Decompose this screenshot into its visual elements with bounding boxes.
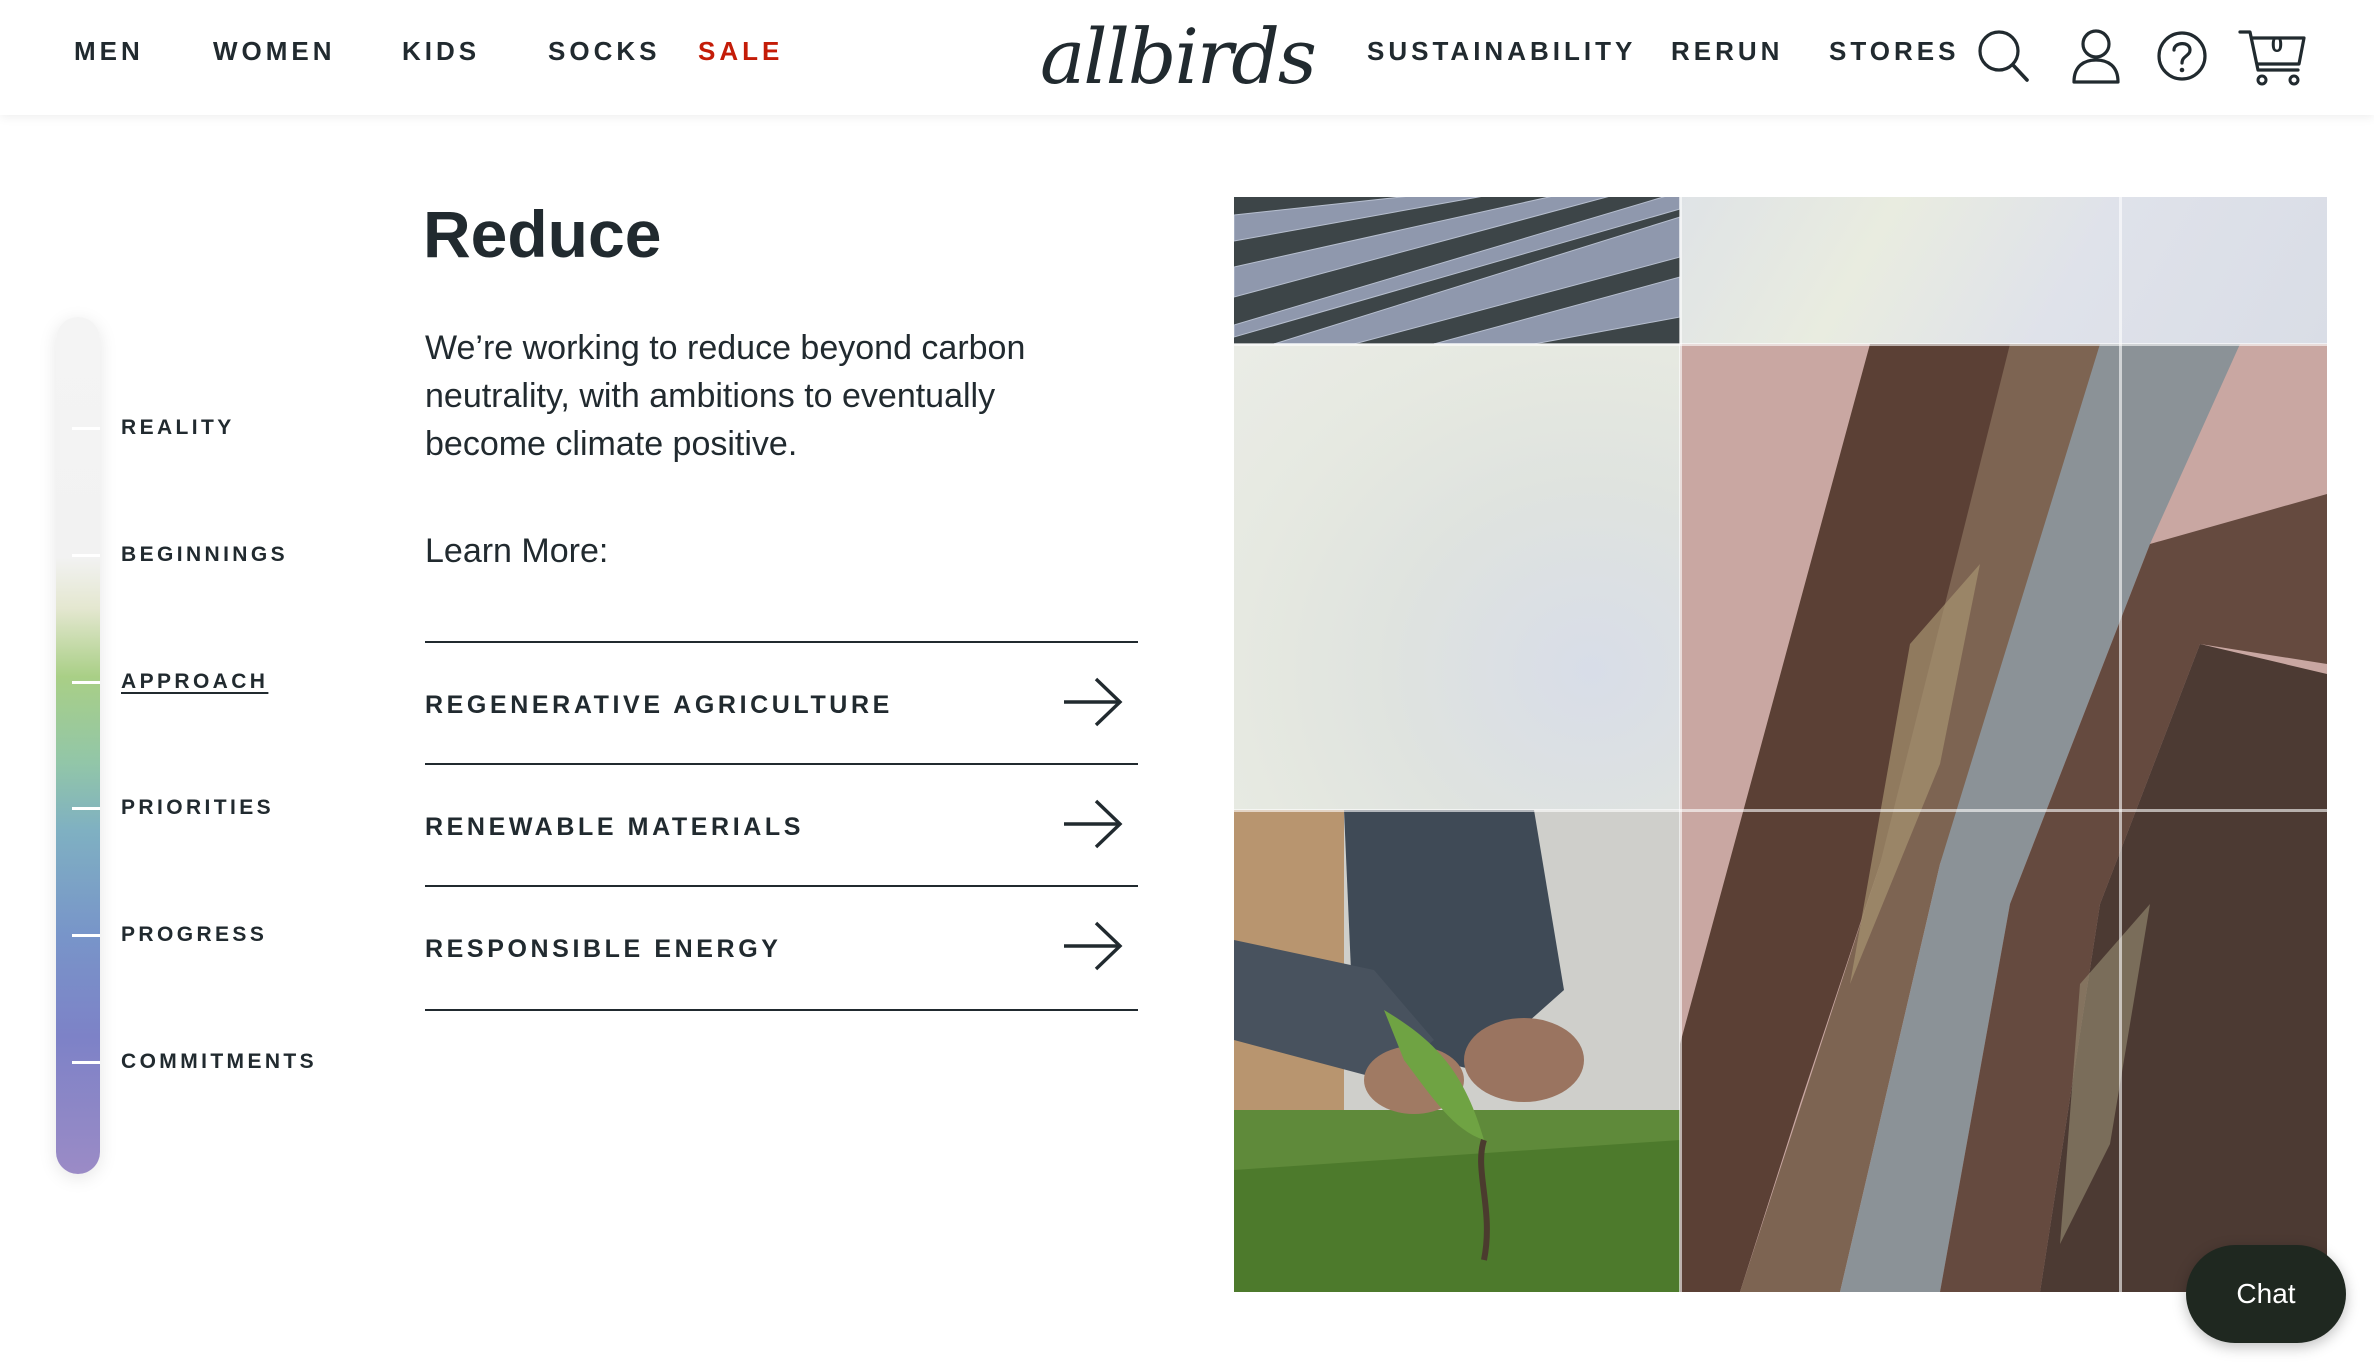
timeline-item-reality[interactable]: REALITY — [121, 416, 235, 440]
timeline-item-approach[interactable]: APPROACH — [121, 670, 268, 694]
link-label: REGENERATIVE AGRICULTURE — [425, 691, 893, 719]
tree-trunk-image — [1680, 344, 2327, 1292]
arrow-right-icon — [1064, 677, 1123, 727]
timeline-tick — [72, 681, 100, 684]
timeline-tick — [72, 1061, 100, 1064]
timeline-item-progress[interactable]: PROGRESS — [121, 923, 267, 947]
timeline-tick — [72, 427, 100, 430]
link-responsible-energy[interactable]: RESPONSIBLE ENERGY — [425, 885, 1138, 1011]
sustainability-image-collage — [1234, 197, 2327, 1292]
learn-more-heading: Learn More: — [425, 532, 609, 570]
search-icon[interactable] — [1972, 24, 2032, 90]
nav-sale[interactable]: SALE — [698, 36, 783, 67]
timeline-tick — [72, 934, 100, 937]
link-regenerative-agriculture[interactable]: REGENERATIVE AGRICULTURE — [425, 641, 1138, 765]
section-description: We’re working to reduce beyond carbon ne… — [425, 329, 1026, 463]
rainbow-sky-image — [1234, 344, 1680, 810]
collage-divider — [1234, 343, 2327, 346]
nav-women[interactable]: WOMEN — [213, 36, 336, 67]
timeline-item-commitments[interactable]: COMMITMENTS — [121, 1050, 317, 1074]
timeline-item-beginnings[interactable]: BEGINNINGS — [121, 543, 288, 567]
timeline-tick — [72, 554, 100, 557]
collage-divider — [1679, 197, 1682, 1292]
cart-count: 0 — [2270, 32, 2284, 57]
arrow-right-icon — [1064, 921, 1123, 971]
link-renewable-materials[interactable]: RENEWABLE MATERIALS — [425, 763, 1138, 887]
site-header: MEN WOMEN KIDS SOCKS SALE allbirds SUSTA… — [0, 0, 2374, 115]
nav-kids[interactable]: KIDS — [402, 36, 480, 67]
account-icon[interactable] — [2066, 24, 2126, 90]
help-icon[interactable] — [2152, 24, 2212, 90]
link-label: RENEWABLE MATERIALS — [425, 813, 805, 841]
timeline-tick — [72, 807, 100, 810]
collage-divider — [2119, 197, 2122, 1292]
chat-button[interactable]: Chat — [2186, 1245, 2346, 1343]
arrow-right-icon — [1064, 799, 1123, 849]
page-title: Reduce — [423, 197, 662, 271]
nav-men[interactable]: MEN — [74, 36, 144, 67]
solar-panels-image — [1234, 197, 1680, 344]
timeline-item-priorities[interactable]: PRIORITIES — [121, 796, 274, 820]
nav-socks[interactable]: SOCKS — [548, 36, 660, 67]
link-label: RESPONSIBLE ENERGY — [425, 935, 782, 963]
sky-image — [1680, 197, 2327, 344]
collage-divider — [1234, 809, 2327, 812]
nav-stores[interactable]: STORES — [1829, 36, 1959, 67]
nav-sustainability[interactable]: SUSTAINABILITY — [1367, 36, 1636, 67]
brand-logo[interactable]: allbirds — [1040, 12, 1317, 102]
timeline-progress-bar — [56, 317, 100, 1174]
regenerative-farming-image — [1234, 810, 1680, 1292]
nav-rerun[interactable]: RERUN — [1671, 36, 1783, 67]
